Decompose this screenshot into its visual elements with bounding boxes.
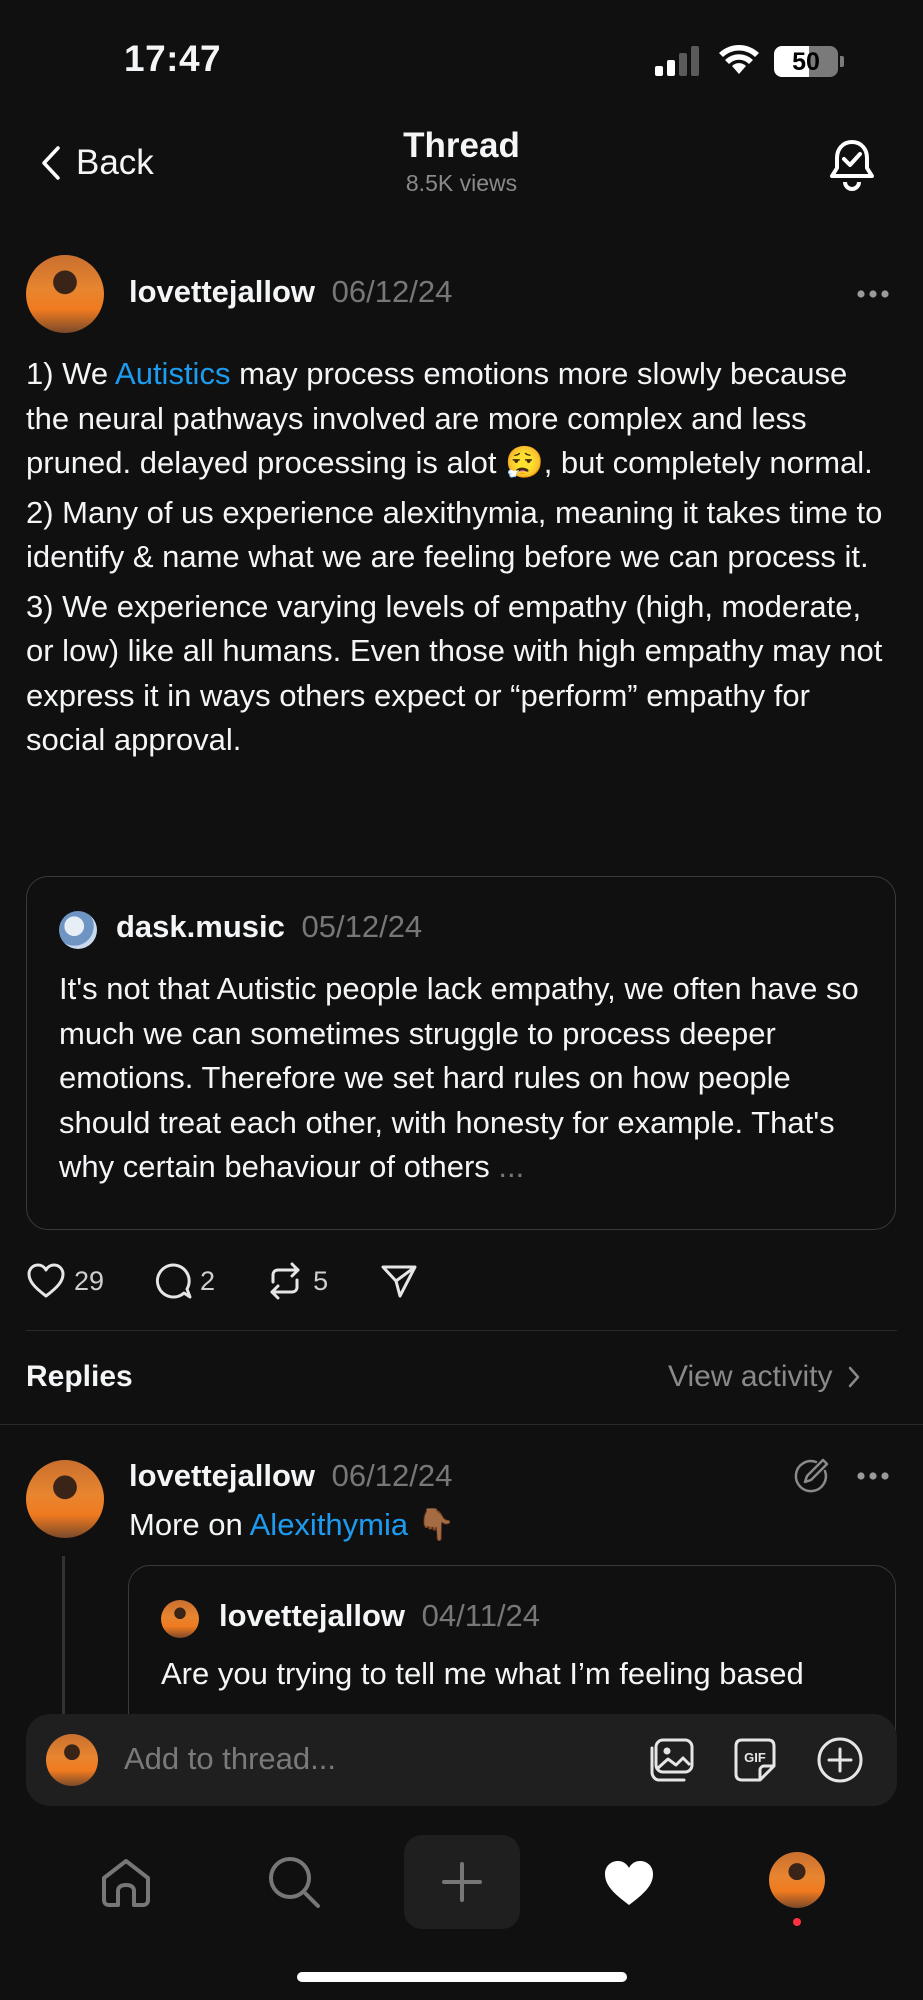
avatar [59,911,97,949]
quoted-username[interactable]: dask.music [116,909,285,944]
notification-dot [793,1918,801,1926]
tab-home[interactable] [98,1856,154,1908]
wifi-icon [718,44,760,76]
emoji: 👇🏾 [416,1507,456,1542]
post-paragraph-1: 1) We Autistics may process emotions mor… [26,356,873,480]
quoted-text: It's not that Autistic people lack empat… [59,971,859,1184]
ellipsis: ... [498,1149,525,1184]
action-row: 29 2 5 [26,1258,418,1304]
post-paragraph-3: 3) We experience varying levels of empat… [26,588,883,758]
post-date: 06/12/24 [331,274,453,309]
status-bar: 17:47 50 [0,0,923,110]
svg-text:GIF: GIF [744,1750,766,1765]
view-activity-link[interactable]: View activity [668,1360,861,1394]
thread-line [62,1556,65,1716]
battery-level: 50 [792,48,820,76]
signal-icon [653,46,701,76]
home-icon [102,1859,150,1907]
comment-count: 2 [200,1265,216,1296]
post-header: lovettejallow 06/12/24 [129,274,452,310]
image-icon [650,1738,694,1782]
post-body: 1) We Autistics may process emotions mor… [26,352,896,763]
edit-circle-icon [794,1458,829,1493]
share-button[interactable] [380,1263,418,1299]
reply-text: More on Alexithymia 👇🏾 [129,1507,456,1542]
hashtag-link[interactable]: Alexithymia [250,1507,409,1542]
nested-quote-card[interactable]: lovettejallow 04/11/24 Are you trying to… [128,1565,896,1735]
reply-date: 06/12/24 [331,1458,453,1493]
comment-button[interactable]: 2 [154,1262,215,1300]
like-button[interactable]: 29 [26,1262,104,1300]
more-options-button[interactable] [856,280,890,308]
page-title: Thread [403,126,520,165]
nested-text: Are you trying to tell me what I’m feeli… [161,1656,804,1691]
nested-date: 04/11/24 [421,1598,541,1633]
tab-create[interactable] [404,1835,520,1929]
repost-icon [270,1262,300,1300]
add-gif-button[interactable]: GIF [732,1736,778,1784]
battery-icon: 50 [774,46,838,77]
composer-bar: Add to thread... GIF [26,1714,897,1806]
gif-icon: GIF [734,1738,776,1782]
emoji: 😮‍💨 [505,445,544,480]
repost-count: 5 [313,1265,329,1296]
avatar [46,1734,98,1786]
divider [0,1424,923,1425]
chevron-right-icon [848,1366,859,1388]
add-image-button[interactable] [646,1736,696,1784]
heart-icon [27,1263,65,1298]
nested-quote-clip: lovettejallow 04/11/24 Are you trying to… [128,1565,898,1735]
plus-circle-icon [817,1737,863,1783]
view-count: 8.5K views [405,170,518,196]
nested-username[interactable]: lovettejallow [219,1598,405,1633]
replies-heading: Replies [26,1360,133,1393]
avatar[interactable] [26,255,104,333]
thread-input[interactable]: Add to thread... [124,1741,336,1777]
add-more-button[interactable] [816,1736,864,1784]
nav-bar: Back Thread 8.5K views [0,110,923,220]
hashtag-link[interactable]: Autistics [115,356,230,391]
send-icon [381,1265,417,1298]
notification-bell-button[interactable] [826,136,878,192]
repost-button[interactable]: 5 [265,1262,328,1300]
quoted-post-card[interactable]: dask.music 05/12/24 It's not that Autist… [26,876,896,1230]
reply-username[interactable]: lovettejallow [129,1458,315,1493]
more-horizontal-icon [857,1472,889,1480]
quoted-date: 05/12/24 [301,909,423,944]
more-options-button[interactable] [856,1462,890,1490]
avatar [161,1600,199,1638]
like-count: 29 [74,1265,105,1296]
reply-header: lovettejallow 06/12/24 [129,1458,452,1494]
heart-filled-icon [605,1861,653,1905]
tab-profile[interactable] [769,1852,825,1908]
bottom-tab-bar [0,1830,923,1930]
tab-activity[interactable] [601,1857,657,1909]
more-horizontal-icon [857,290,889,298]
bell-check-icon [830,140,874,191]
post-paragraph-2: 2) Many of us experience alexithymia, me… [26,494,883,575]
comment-icon [156,1263,192,1299]
post-username[interactable]: lovettejallow [129,274,315,309]
search-icon [269,1857,320,1908]
home-indicator [297,1972,627,1982]
edit-button[interactable] [792,1457,830,1495]
status-time: 17:47 [124,38,222,79]
plus-icon [442,1862,482,1902]
avatar[interactable] [26,1460,104,1538]
tab-search[interactable] [266,1854,322,1910]
divider [26,1330,897,1331]
